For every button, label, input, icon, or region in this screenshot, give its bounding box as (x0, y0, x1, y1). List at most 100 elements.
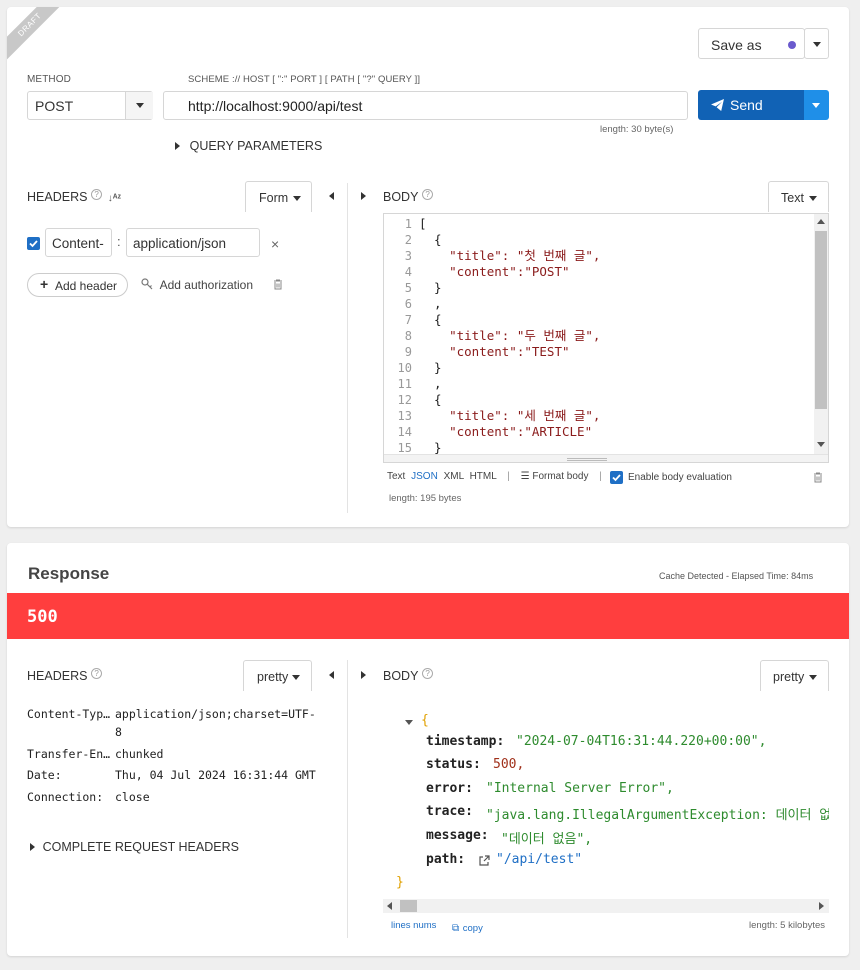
response-body-label: BODY (383, 669, 419, 683)
request-body-label: BODY (383, 190, 419, 204)
chevron-down-icon (809, 675, 817, 680)
scroll-up-arrow-icon[interactable] (817, 219, 825, 224)
line-number: 8 (404, 329, 412, 343)
copy-button[interactable]: ⧉ copy (452, 919, 483, 934)
response-body-view-select[interactable]: pretty (760, 660, 829, 691)
pretty-label: pretty (773, 670, 805, 684)
line-number: 7 (404, 313, 412, 327)
chevron-down-icon (293, 196, 301, 201)
format-json-option[interactable]: JSON (411, 471, 438, 482)
complete-request-headers-label: COMPLETE REQUEST HEADERS (42, 840, 239, 854)
format-xml-option[interactable]: XML (444, 471, 464, 482)
code-lines: [ { "title": "첫 번째 글", "content":"POST" … (419, 216, 600, 456)
complete-request-headers-toggle[interactable]: COMPLETE REQUEST HEADERS (30, 839, 239, 854)
help-icon[interactable]: ? (422, 189, 434, 200)
editor-resize-handle[interactable] (384, 454, 828, 462)
code-line: "title": "세 번째 글", (419, 408, 601, 423)
body-type-select[interactable]: Text (768, 181, 829, 212)
json-key-message: message: (426, 828, 489, 843)
header-name-input[interactable]: Content- (45, 228, 112, 257)
status-code: 500 (27, 607, 58, 627)
copy-icon: ⧉ (452, 923, 460, 934)
external-link-icon[interactable] (479, 855, 490, 866)
format-text-option[interactable]: Text (387, 471, 405, 482)
trash-icon[interactable] (273, 279, 283, 290)
method-value: POST (35, 98, 74, 114)
send-label: Send (730, 97, 763, 113)
save-as-dropdown-button[interactable] (804, 28, 829, 59)
method-select[interactable]: POST (27, 91, 153, 120)
method-dropdown-toggle[interactable] (125, 92, 153, 119)
scrollbar-thumb[interactable] (815, 231, 827, 409)
remove-header-icon[interactable]: × (271, 236, 279, 252)
copy-label: copy (462, 923, 483, 934)
collapse-left-icon[interactable] (329, 192, 334, 200)
help-icon[interactable]: ? (91, 189, 103, 200)
header-value-text: application/json (133, 236, 227, 251)
scrollbar-thumb[interactable] (400, 900, 417, 912)
line-nums-toggle[interactable]: lines nums (391, 920, 436, 931)
line-number: 4 (404, 265, 412, 279)
header-value-input[interactable]: application/json (126, 228, 260, 257)
enable-eval-label: Enable body evaluation (628, 472, 732, 483)
format-body-label[interactable]: Format body (532, 471, 588, 482)
send-options-button[interactable] (804, 90, 829, 120)
trash-icon[interactable] (813, 472, 823, 483)
chevron-down-icon (813, 42, 821, 47)
query-parameters-toggle[interactable]: QUERY PARAMETERS (175, 138, 322, 154)
expand-right-icon[interactable] (361, 192, 366, 200)
collapse-left-icon[interactable] (329, 671, 334, 679)
json-value-trace: "java.lang.IllegalArgumentException: 데이터… (486, 808, 829, 823)
code-line: } (419, 360, 442, 375)
code-line: "content":"TEST" (419, 344, 570, 359)
line-number: 14 (397, 425, 412, 439)
body-editor[interactable]: 1 2 3 4 5 6 7 8 9 10 11 12 13 14 15 [ { "title": "첫 번째… (383, 213, 829, 463)
scroll-left-arrow-icon[interactable] (387, 902, 392, 910)
request-headers-title: HEADERS ? ↓ᴬᶻ (27, 189, 121, 204)
json-value-timestamp: "2024-07-04T16:31:44.220+00:00", (516, 734, 767, 749)
response-horizontal-scrollbar[interactable] (383, 899, 829, 913)
form-label: Form (259, 191, 289, 205)
url-format-label: SCHEME :// HOST [ ":" PORT ] [ PATH [ "?… (188, 74, 421, 85)
header-key: Content-Typ… (27, 707, 111, 721)
editor-scrollbar[interactable] (814, 214, 828, 454)
json-value-path[interactable]: "/api/test" (496, 852, 582, 867)
help-icon[interactable]: ? (422, 668, 434, 679)
scroll-right-arrow-icon[interactable] (819, 902, 824, 910)
request-panel: DRAFT Save as METHOD POST SCHEME :// HOS… (7, 7, 849, 527)
header-value: chunked (115, 747, 164, 761)
code-line: "content":"ARTICLE" (419, 424, 593, 439)
header-value: close (115, 790, 150, 804)
text-type-label: Text (781, 191, 804, 205)
add-header-button[interactable]: + Add header (27, 273, 128, 297)
json-key-timestamp: timestamp: (426, 734, 505, 749)
format-html-option[interactable]: HTML (470, 471, 497, 482)
save-as-button[interactable]: Save as (698, 28, 805, 59)
enable-eval-checkbox[interactable] (610, 471, 623, 484)
save-as-label: Save as (711, 37, 762, 53)
collapse-object-icon[interactable] (405, 720, 413, 725)
key-icon (141, 278, 153, 290)
header-enabled-checkbox[interactable] (27, 237, 40, 250)
add-authorization-button[interactable]: Add authorization (141, 277, 253, 292)
sort-alpha-icon[interactable]: ↓ᴬᶻ (108, 193, 121, 204)
toolbar-separator: | (507, 471, 510, 482)
format-body-icon[interactable]: ☰ (521, 471, 530, 482)
line-number: 3 (404, 249, 412, 263)
url-input[interactable]: http://localhost:9000/api/test (163, 91, 688, 120)
url-length: length: 30 byte(s) (600, 124, 674, 135)
send-button[interactable]: Send (698, 90, 804, 120)
add-header-label: Add header (55, 279, 118, 293)
expand-right-icon[interactable] (361, 671, 366, 679)
pretty-label: pretty (257, 670, 289, 684)
scroll-down-arrow-icon[interactable] (817, 442, 825, 447)
draft-status-dot-icon (788, 41, 796, 49)
help-icon[interactable]: ? (91, 668, 103, 679)
response-body-length: length: 5 kilobytes (749, 920, 826, 931)
checkmark-icon (612, 474, 621, 482)
headers-mode-select[interactable]: Form (245, 181, 312, 212)
code-line: , (419, 296, 442, 311)
response-headers-view-select[interactable]: pretty (243, 660, 312, 691)
line-number: 1 (404, 217, 412, 231)
line-number: 6 (404, 297, 412, 311)
